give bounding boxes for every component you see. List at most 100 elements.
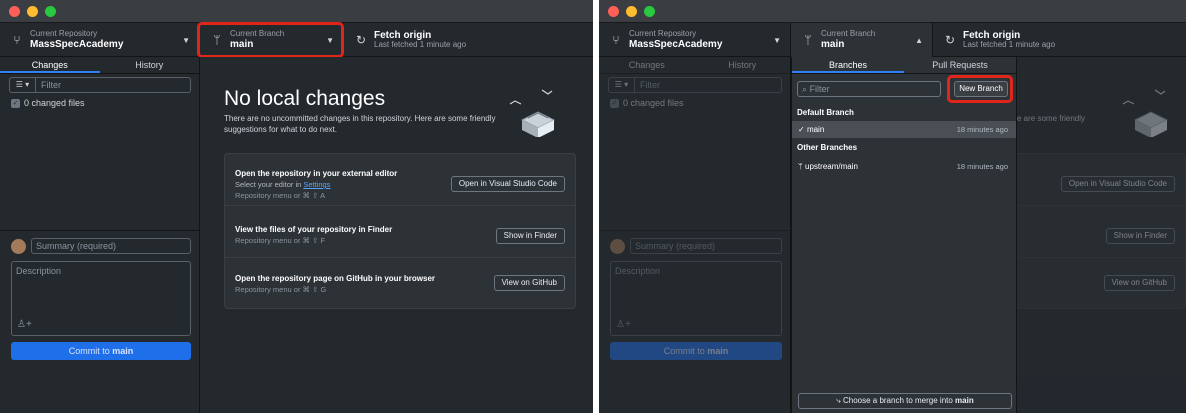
checkmark-icon: ✓ bbox=[798, 125, 807, 134]
list-item: View the files of your repository in Fin… bbox=[225, 206, 575, 258]
add-coauthor-icon[interactable]: ♙+ bbox=[616, 319, 631, 330]
maximize-window-button[interactable] bbox=[644, 6, 655, 17]
description-input[interactable]: Description ♙+ bbox=[610, 261, 782, 336]
title-bar bbox=[0, 0, 593, 23]
page-title: No local changes bbox=[224, 87, 386, 110]
tab-branches[interactable]: Branches bbox=[792, 57, 904, 73]
sidebar-tabs: Changes History bbox=[599, 57, 790, 74]
merge-label: Choose a branch to merge into bbox=[842, 396, 956, 405]
commit-branch: main bbox=[112, 346, 134, 356]
search-icon: ⌕ bbox=[802, 84, 808, 94]
title-bar bbox=[599, 0, 1186, 23]
filter-input[interactable]: ☰ ▾ Filter bbox=[608, 77, 782, 93]
description-placeholder: Description bbox=[16, 266, 62, 276]
open-in-vscode-button[interactable]: Open in Visual Studio Code bbox=[1060, 176, 1175, 192]
branch-item-main[interactable]: ✓ main 18 minutes ago bbox=[792, 121, 1016, 138]
list-item: Open the repository in your external edi… bbox=[225, 154, 575, 206]
keyboard-shortcut: Repository menu or ⌘ ⇧ A bbox=[235, 191, 326, 200]
summary-input[interactable]: Summary (required) bbox=[630, 238, 782, 254]
branch-highlight-box bbox=[197, 22, 344, 58]
close-window-button[interactable] bbox=[608, 6, 619, 17]
branch-item-upstream-main[interactable]: ᛘ upstream/main 18 minutes ago bbox=[792, 158, 1016, 175]
repo-name: MassSpecAcademy bbox=[30, 38, 124, 50]
branch-filter-placeholder: Filter bbox=[809, 84, 830, 94]
branch-item-name: main bbox=[806, 125, 825, 134]
changed-files-row: ✓ 0 changed files bbox=[11, 98, 85, 108]
branch-filter-input[interactable]: ⌕ Filter bbox=[797, 81, 941, 97]
branch-name: main bbox=[821, 38, 845, 50]
changed-files-count: 0 changed files bbox=[623, 98, 684, 108]
changed-files-count: 0 changed files bbox=[24, 98, 85, 108]
select-all-checkbox[interactable]: ✓ bbox=[610, 98, 619, 108]
branch-dropdown: Branches Pull Requests ⌕ Filter New Bran… bbox=[791, 57, 1017, 413]
window-changes-view: ⑂ Current Repository MassSpecAcademy ▼ ᛘ… bbox=[0, 0, 593, 413]
tab-history[interactable]: History bbox=[100, 57, 200, 73]
branch-icon: ᛘ bbox=[798, 162, 806, 171]
minimize-window-button[interactable] bbox=[27, 6, 38, 17]
suggestion-title: View the files of your repository in Fin… bbox=[235, 225, 393, 234]
description-input[interactable]: Description ♙+ bbox=[11, 261, 191, 336]
chevron-down-icon: ▼ bbox=[182, 36, 190, 45]
close-window-button[interactable] bbox=[9, 6, 20, 17]
chevron-up-icon: ▲ bbox=[915, 36, 923, 45]
branch-item-name: upstream/main bbox=[805, 162, 858, 171]
filter-input[interactable]: ☰ ▾ Filter bbox=[9, 77, 191, 93]
repo-icon: ⑂ bbox=[612, 33, 620, 47]
branch-item-time: 18 minutes ago bbox=[956, 125, 1008, 134]
suggestion-subtitle: Select your editor in bbox=[235, 180, 304, 189]
branch-icon: ᛘ bbox=[804, 33, 812, 47]
default-branch-group-label: Default Branch bbox=[797, 108, 854, 117]
page-subtitle: There are no uncommitted changes in this… bbox=[224, 114, 496, 134]
settings-link[interactable]: Settings bbox=[303, 180, 330, 189]
new-branch-highlight-box bbox=[947, 75, 1013, 103]
list-item: Open in Visual Studio Code bbox=[1002, 154, 1185, 206]
merge-branch: main bbox=[955, 396, 974, 405]
fetch-status: Last fetched 1 minute ago bbox=[374, 40, 467, 50]
show-in-finder-button[interactable]: Show in Finder bbox=[1105, 228, 1175, 244]
tab-history[interactable]: History bbox=[695, 57, 791, 73]
commit-label: Commit to bbox=[68, 346, 113, 356]
commit-button[interactable]: Commit to main bbox=[11, 342, 191, 360]
empty-state-illustration-icon bbox=[1122, 89, 1169, 137]
tab-pull-requests[interactable]: Pull Requests bbox=[904, 57, 1016, 73]
filter-placeholder: Filter bbox=[640, 80, 660, 90]
merge-branch-button[interactable]: ⤷ Choose a branch to merge into main bbox=[798, 393, 1012, 409]
suggestion-title: Open the repository in your external edi… bbox=[235, 169, 398, 178]
suggestions-card: Open the repository in your external edi… bbox=[224, 153, 576, 309]
filter-options-icon[interactable]: ☰ ▾ bbox=[10, 78, 36, 92]
filter-options-icon[interactable]: ☰ ▾ bbox=[609, 78, 635, 92]
avatar bbox=[11, 239, 26, 254]
view-on-github-button[interactable]: View on GitHub bbox=[1103, 275, 1175, 291]
current-branch-button[interactable]: ᛘ Current Branch main ▲ bbox=[791, 23, 933, 57]
repo-icon: ⑂ bbox=[13, 33, 21, 47]
tab-changes[interactable]: Changes bbox=[599, 57, 695, 73]
description-placeholder: Description bbox=[615, 266, 661, 276]
window-branch-dropdown-view: ⑂ Current Repository MassSpecAcademy ▼ ᛘ… bbox=[599, 0, 1186, 413]
view-on-github-button[interactable]: View on GitHub bbox=[493, 275, 565, 291]
open-in-vscode-button[interactable]: Open in Visual Studio Code bbox=[450, 176, 565, 192]
select-all-checkbox[interactable]: ✓ bbox=[11, 98, 20, 108]
current-repository-button[interactable]: ⑂ Current Repository MassSpecAcademy ▼ bbox=[599, 23, 791, 57]
maximize-window-button[interactable] bbox=[45, 6, 56, 17]
current-repository-button[interactable]: ⑂ Current Repository MassSpecAcademy ▼ bbox=[0, 23, 200, 57]
commit-label: Commit to bbox=[663, 346, 708, 356]
suggestions-card: Open in Visual Studio Code Show in Finde… bbox=[1001, 153, 1186, 309]
fetch-origin-button[interactable]: ↻ Fetch origin Last fetched 1 minute ago bbox=[933, 23, 1186, 57]
commit-button[interactable]: Commit to main bbox=[610, 342, 782, 360]
show-in-finder-button[interactable]: Show in Finder bbox=[495, 228, 565, 244]
list-item: Open the repository page on GitHub in yo… bbox=[225, 258, 575, 309]
commit-area: Summary (required) Description ♙+ Commit… bbox=[0, 230, 199, 413]
fetch-origin-button[interactable]: ↻ Fetch origin Last fetched 1 minute ago bbox=[344, 23, 593, 57]
sync-icon: ↻ bbox=[355, 33, 367, 47]
filter-placeholder: Filter bbox=[41, 80, 61, 90]
fetch-status: Last fetched 1 minute ago bbox=[963, 40, 1056, 50]
keyboard-shortcut: Repository menu or ⌘ ⇧ F bbox=[235, 236, 326, 245]
tab-changes[interactable]: Changes bbox=[0, 57, 100, 73]
repo-label: Current Repository bbox=[30, 29, 98, 39]
list-item: View on GitHub bbox=[1002, 258, 1185, 309]
merge-icon: ⤷ bbox=[836, 396, 843, 405]
add-coauthor-icon[interactable]: ♙+ bbox=[17, 319, 32, 330]
minimize-window-button[interactable] bbox=[626, 6, 637, 17]
summary-input[interactable]: Summary (required) bbox=[31, 238, 191, 254]
commit-branch: main bbox=[707, 346, 729, 356]
